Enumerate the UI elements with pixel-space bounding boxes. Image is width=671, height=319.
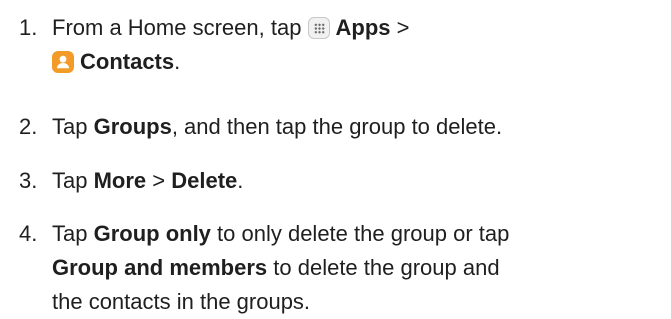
- step-text-segment: From a Home screen, tap: [52, 15, 308, 40]
- step-text: Tap More > Delete.: [52, 164, 652, 198]
- step-line: Tap Groups, and then tap the group to de…: [52, 110, 652, 144]
- step-text-segment: the contacts in the groups.: [52, 289, 311, 314]
- contacts-label: Contacts: [80, 49, 175, 74]
- step-number: 3.: [19, 168, 38, 193]
- contacts-person-icon: [52, 51, 74, 73]
- groups-label: Groups: [93, 114, 172, 139]
- step-end: .: [237, 168, 244, 193]
- step-line: Group and members to delete the group an…: [52, 251, 652, 285]
- step-number: 2.: [19, 114, 38, 139]
- step-text-segment: Tap: [52, 221, 94, 246]
- step-line: Contacts.: [52, 45, 652, 79]
- separator: >: [390, 15, 410, 40]
- step-line: Tap More > Delete.: [52, 164, 652, 198]
- group-only-label: Group only: [93, 221, 211, 246]
- step-end: .: [174, 49, 181, 74]
- step-line: From a Home screen, tap Apps >: [52, 11, 652, 45]
- step-number: 4.: [19, 221, 38, 246]
- apps-grid-icon: [307, 17, 330, 39]
- step-text: From a Home screen, tap Apps > Contacts.: [52, 11, 652, 79]
- step-text: Tap Groups, and then tap the group to de…: [52, 110, 652, 144]
- step-text-segment: Tap: [52, 168, 94, 193]
- group-and-members-label: Group and members: [52, 255, 268, 280]
- apps-label: Apps: [335, 15, 391, 40]
- step-line: Tap Group only to only delete the group …: [52, 217, 652, 251]
- step-text-segment: , and then tap the group to delete.: [171, 114, 503, 139]
- more-label: More: [93, 168, 147, 193]
- step-text-segment: to only delete the group or tap: [210, 221, 510, 246]
- delete-label: Delete: [171, 168, 238, 193]
- step-text: Tap Group only to only delete the group …: [52, 217, 652, 319]
- step-text-segment: Tap: [52, 114, 94, 139]
- step-number: 1.: [19, 15, 38, 40]
- step-text-segment: to delete the group and: [267, 255, 500, 280]
- separator: >: [146, 168, 172, 193]
